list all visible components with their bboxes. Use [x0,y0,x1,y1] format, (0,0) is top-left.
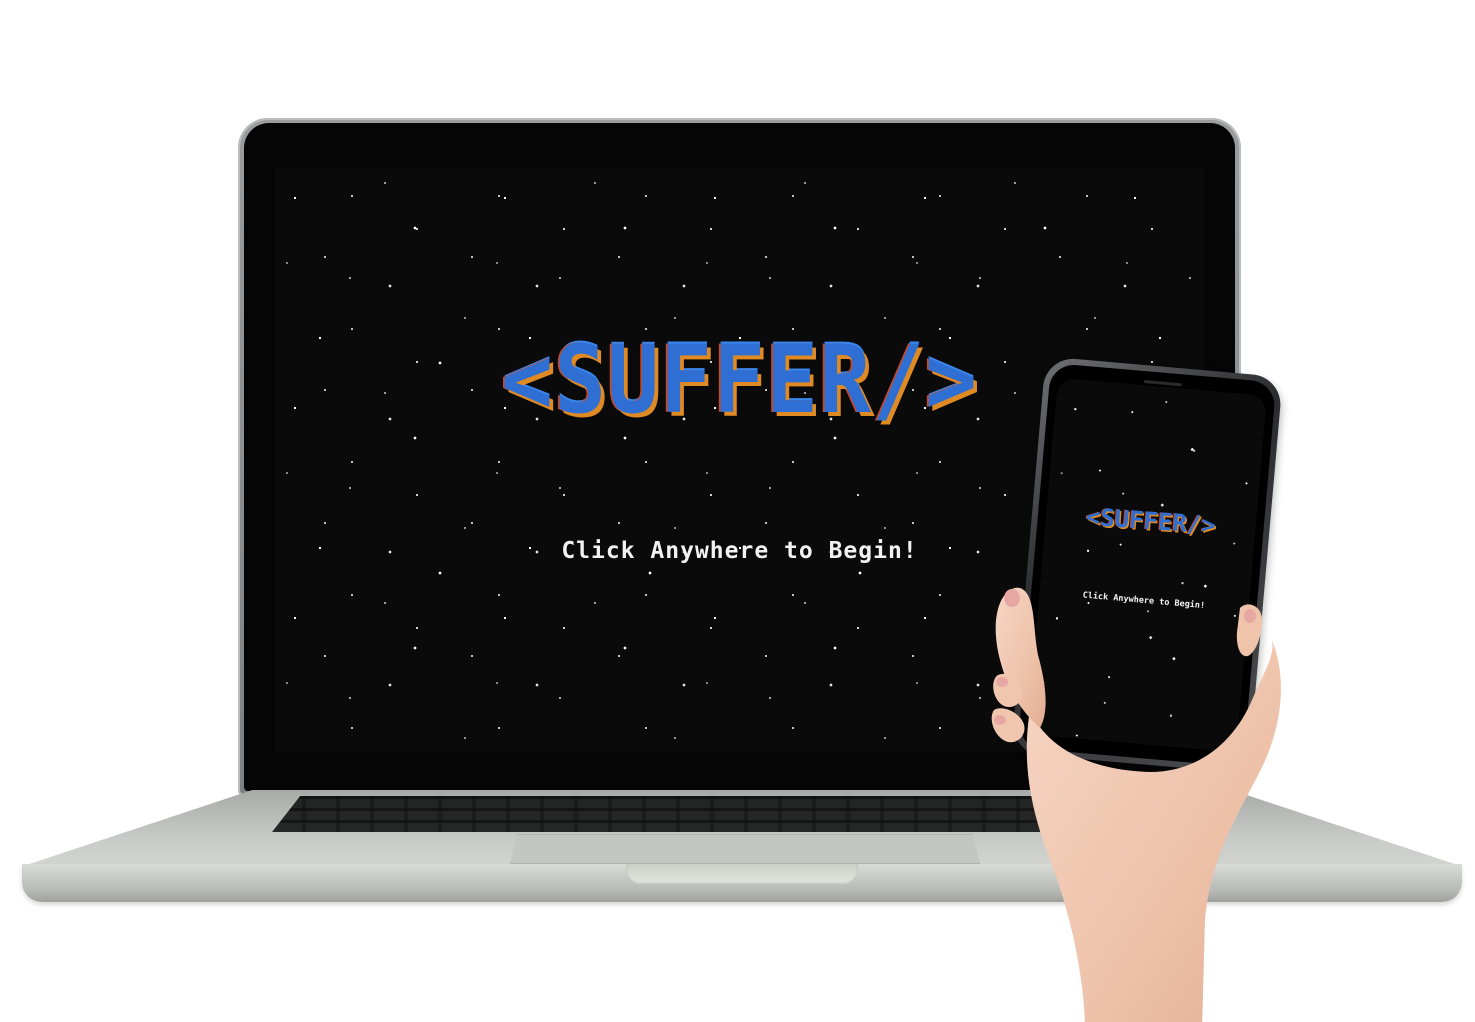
phone-starfield-background-layer [1026,377,1268,753]
game-logo: <SUFFER/> [501,326,978,435]
laptop-trackpad [510,834,980,864]
laptop-lid-notch [626,864,858,884]
laptop-base [22,790,1462,912]
smartphone: <SUFFER/> Click Anywhere to Begin! [1011,356,1283,774]
phone-bezel: <SUFFER/> Click Anywhere to Begin! [1017,362,1277,768]
device-mockup-scene: <SUFFER/> Click Anywhere to Begin! <SUFF… [0,0,1475,1022]
phone-screen[interactable]: <SUFFER/> Click Anywhere to Begin! [1026,377,1268,753]
laptop-keyboard [272,796,1212,832]
